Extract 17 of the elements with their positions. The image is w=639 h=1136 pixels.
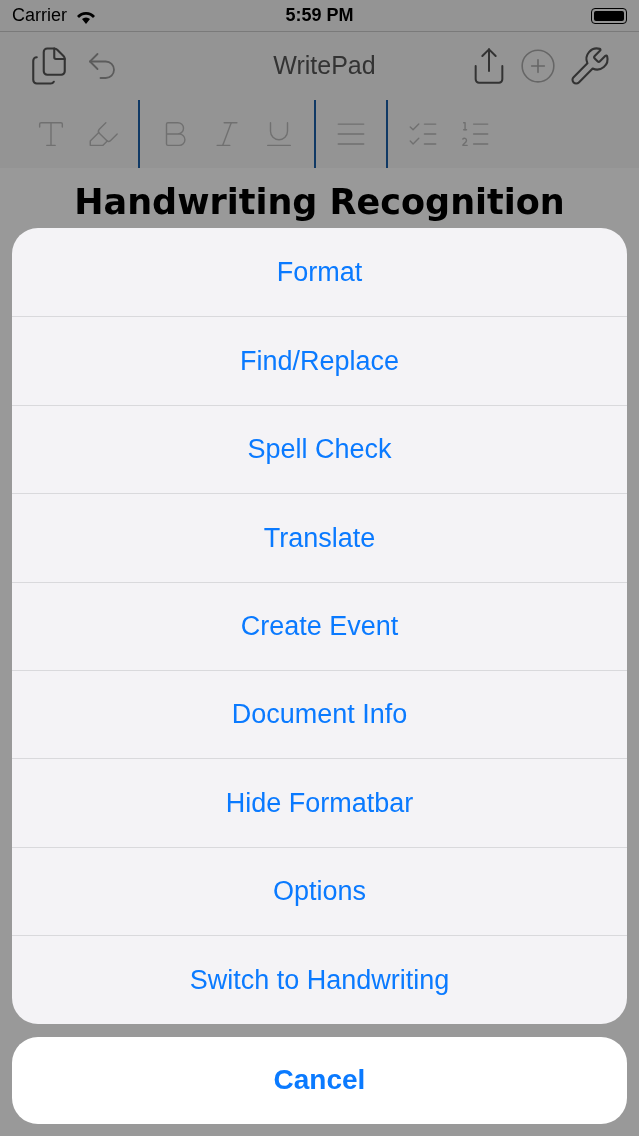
app-title: WritePad (272, 50, 377, 82)
menu-option[interactable]: Translate (12, 493, 627, 582)
settings-icon[interactable] (569, 45, 611, 87)
menu-option[interactable]: Options (12, 846, 627, 936)
document-heading: Handwriting Recognition (73, 181, 566, 224)
add-icon[interactable] (519, 47, 557, 85)
cancel-button[interactable]: Cancel (12, 1036, 627, 1124)
carrier-label: Carrier (12, 4, 67, 27)
battery-icon (591, 7, 627, 24)
menu-option[interactable]: Format (12, 228, 627, 317)
menu-option[interactable]: Switch to Handwriting (12, 935, 627, 1024)
time-label: 5:59 PM (285, 4, 354, 27)
menu-option[interactable]: Find/Replace (12, 316, 627, 405)
menu-option[interactable]: Spell Check (12, 404, 627, 494)
menu-option[interactable]: Hide Formatbar (12, 758, 627, 847)
menu-option[interactable]: Document Info (12, 669, 627, 759)
menu-option[interactable]: Create Event (12, 581, 627, 670)
